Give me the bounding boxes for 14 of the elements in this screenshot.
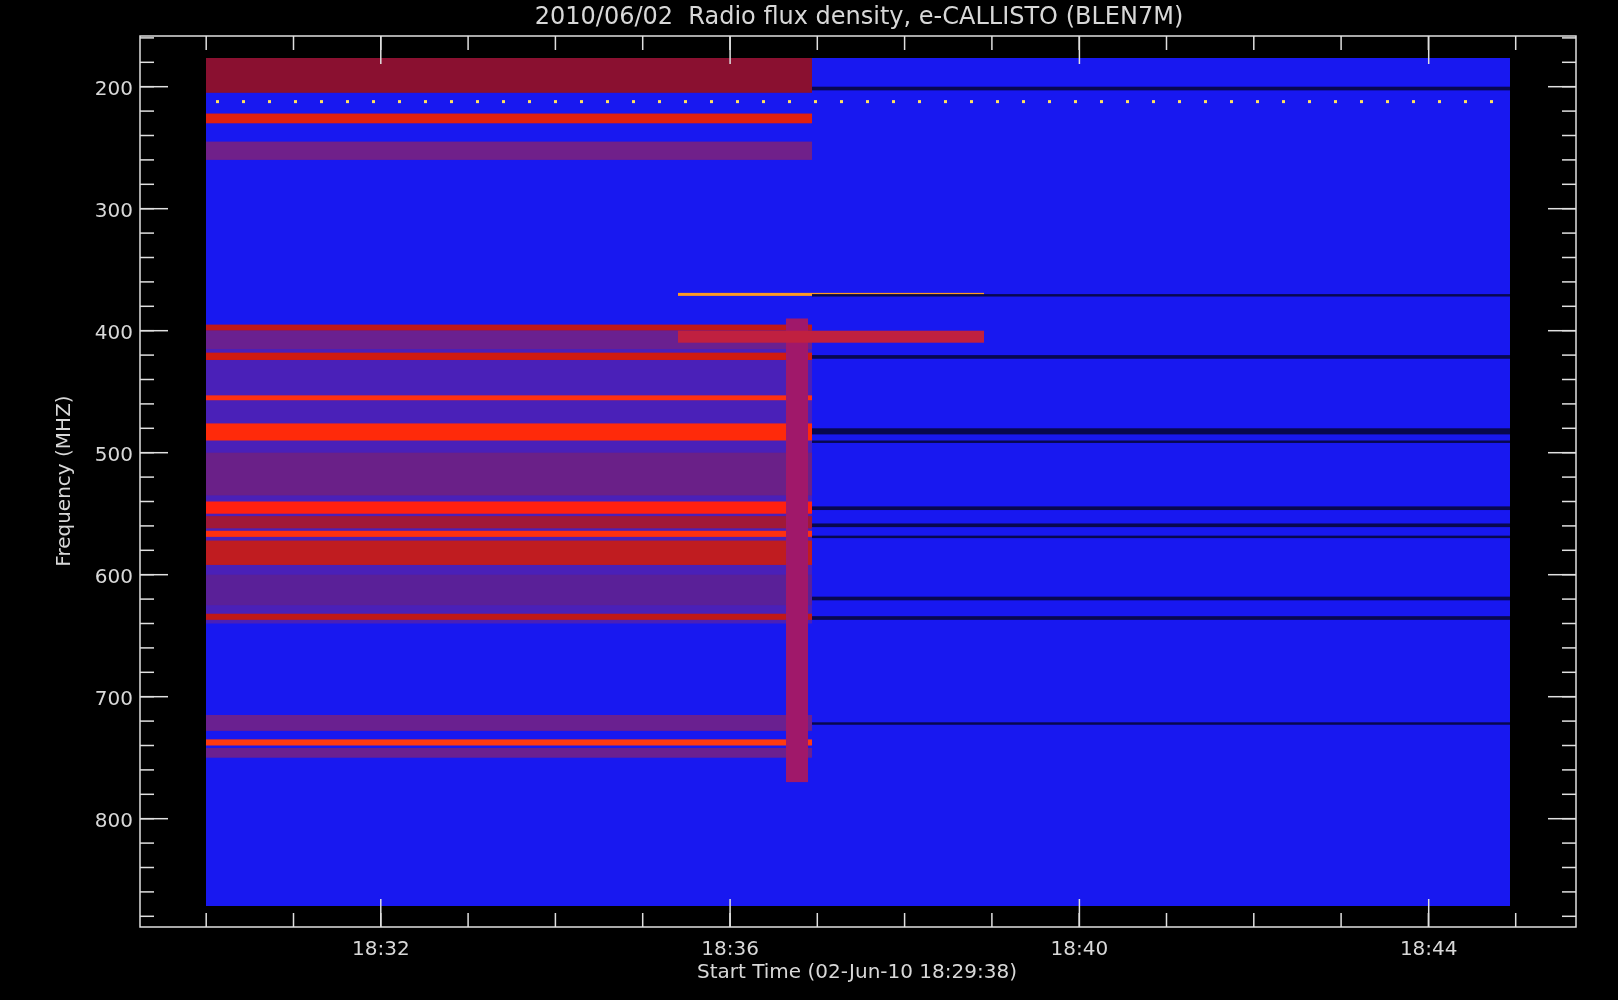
axis-label: Start Time (02-Jun-10 18:29:38) <box>697 959 1017 983</box>
tick-label: 600 <box>94 563 133 588</box>
tick-label: 18:44 <box>1399 936 1458 960</box>
chart-title: 2010/06/02 Radio flux density, e-CALLISTO (BLEN7M) <box>534 2 1184 30</box>
tick-label: 400 <box>94 319 133 344</box>
tick-label: 18:40 <box>1050 936 1109 960</box>
tick-label: 500 <box>94 441 133 466</box>
axis-label: Frequency (MHZ) <box>51 395 75 567</box>
tick-label: 18:36 <box>701 936 759 960</box>
tick-label: 18:32 <box>352 936 410 960</box>
tick-label: 200 <box>94 75 133 100</box>
tick-label: 700 <box>94 685 133 710</box>
tick-label: 300 <box>94 197 133 222</box>
tick-label: 800 <box>94 807 133 832</box>
